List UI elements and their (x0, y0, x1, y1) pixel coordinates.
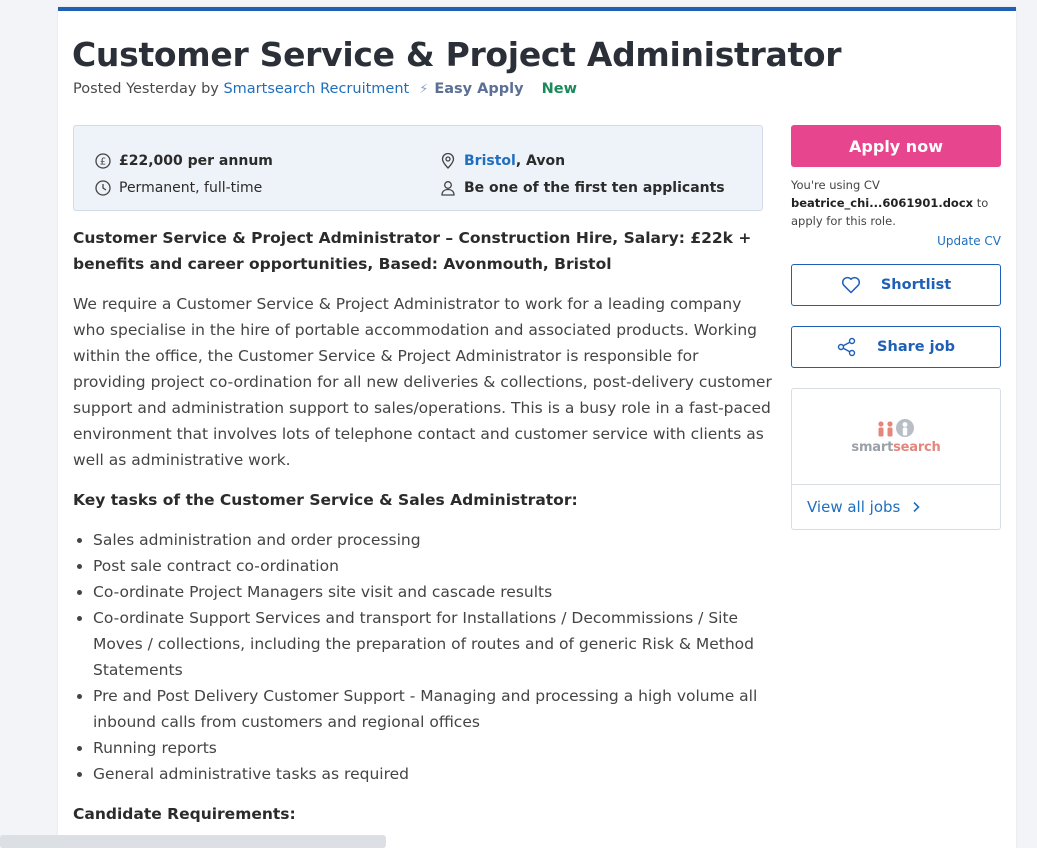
tasks-heading: Key tasks of the Customer Service & Sale… (73, 491, 578, 509)
intro-heading: Customer Service & Project Administrator… (73, 229, 752, 273)
shortlist-button[interactable]: Shortlist (791, 264, 1001, 306)
location-link[interactable]: Bristol (464, 153, 516, 169)
person-icon (440, 180, 456, 196)
list-item: Post sale contract co-ordination (93, 553, 773, 579)
shortlist-label: Shortlist (880, 277, 952, 293)
tasks-list: Sales administration and order processin… (93, 527, 773, 787)
new-badge: New (541, 81, 577, 97)
location-item: Bristol, Avon (440, 153, 565, 169)
location-region: , Avon (515, 153, 566, 169)
salary-text: £22,000 per annum (119, 153, 273, 169)
job-summary-box: £ £22,000 per annum Permanent, full-time… (73, 125, 763, 211)
list-item: Co-ordinate Support Services and transpo… (93, 605, 773, 683)
list-item: Co-ordinate Project Managers site visit … (93, 579, 773, 605)
clock-icon (95, 180, 111, 196)
list-item: General administrative tasks as required (93, 761, 773, 787)
applicants-text: Be one of the first ten applicants (464, 180, 725, 196)
posted-text: Posted Yesterday by (73, 81, 219, 97)
apply-now-button[interactable]: Apply now (791, 125, 1001, 167)
lightning-icon: ⚡ (419, 81, 429, 97)
cv-info: You're using CV beatrice_chi...6061901.d… (791, 176, 1001, 230)
share-icon (837, 337, 856, 357)
list-item: Pre and Post Delivery Customer Support -… (93, 683, 773, 735)
recruiter-link[interactable]: Smartsearch Recruitment (223, 81, 409, 97)
update-cv-link[interactable]: Update CV (791, 234, 1001, 248)
share-job-button[interactable]: Share job (791, 326, 1001, 368)
chevron-right-icon (913, 501, 920, 513)
applicants-item: Be one of the first ten applicants (440, 180, 725, 196)
cv-prefix: You're using CV (791, 178, 880, 192)
easy-apply-badge: Easy Apply (434, 81, 524, 97)
job-card: Customer Service & Project Administrator… (58, 7, 1016, 848)
job-title: Customer Service & Project Administrator (72, 35, 842, 74)
view-all-jobs-label: View all jobs (807, 498, 901, 516)
company-logo-text: smartsearch (851, 440, 940, 455)
description-paragraph: We require a Customer Service & Project … (73, 295, 772, 469)
logo-text-b: search (893, 440, 941, 455)
list-item: Sales administration and order processin… (93, 527, 773, 553)
list-item: Running reports (93, 735, 773, 761)
logo-text-a: smart (851, 440, 894, 455)
svg-text:£: £ (100, 157, 106, 168)
company-card: smartsearch View all jobs (791, 388, 1001, 530)
job-type-text: Permanent, full-time (119, 180, 263, 196)
cv-filename: beatrice_chi...6061901.docx (791, 196, 974, 210)
heart-icon (841, 276, 860, 294)
salary-item: £ £22,000 per annum (95, 153, 273, 169)
job-meta: Posted Yesterday by Smartsearch Recruitm… (73, 81, 577, 97)
job-description: Customer Service & Project Administrator… (73, 225, 773, 841)
apply-sidebar: Apply now You're using CV beatrice_chi..… (791, 125, 1001, 530)
company-logo[interactable]: smartsearch (792, 389, 1000, 485)
location-pin-icon (440, 153, 456, 169)
horizontal-scrollbar[interactable] (0, 835, 386, 848)
job-type-item: Permanent, full-time (95, 180, 262, 196)
pound-icon: £ (95, 153, 111, 169)
share-label: Share job (877, 339, 955, 355)
people-logo-icon (878, 419, 914, 437)
requirements-heading: Candidate Requirements: (73, 805, 296, 823)
view-all-jobs-link[interactable]: View all jobs (792, 485, 1000, 529)
